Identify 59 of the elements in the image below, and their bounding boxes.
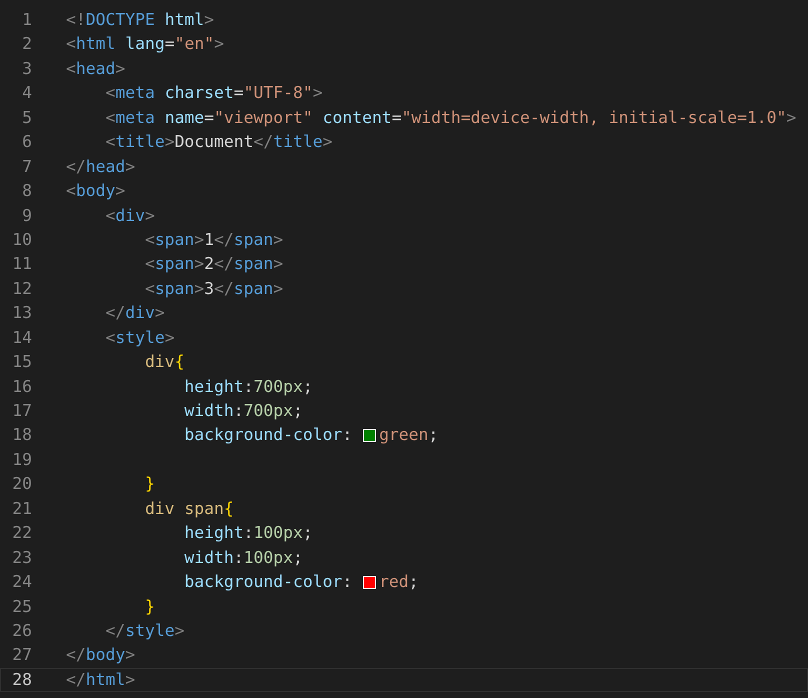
line-number: 18 (11, 424, 32, 446)
line-number: 17 (11, 400, 32, 422)
line-number: 24 (11, 571, 32, 594)
line-number: 10 (11, 228, 32, 251)
code-text: div span{ (144, 498, 234, 520)
line-number: 13 (11, 302, 32, 324)
line-number: 28 (11, 668, 32, 691)
line-number: 14 (11, 326, 32, 349)
code-text: } (144, 473, 155, 496)
code-text: height:700px; (183, 376, 313, 398)
code-text: <div> (104, 204, 155, 226)
line-number: 6 (21, 131, 32, 154)
line-number: 27 (11, 644, 32, 666)
line-number: 9 (21, 204, 32, 226)
line-number: 5 (21, 106, 32, 129)
code-text: <html lang="en"> (66, 33, 224, 56)
code-text: width:100px; (183, 546, 303, 569)
line-number: 11 (11, 253, 32, 276)
line-number: 26 (11, 620, 32, 642)
color-swatch-icon[interactable] (363, 429, 376, 442)
line-number: 7 (21, 156, 32, 178)
code-text: <title>Document</title> (104, 131, 332, 154)
code-text: background-color: (183, 424, 354, 446)
code-text: <span>3</span> (144, 278, 284, 300)
code-text: </head> (66, 156, 136, 178)
line-number: 3 (21, 58, 32, 80)
line-number: 16 (11, 376, 32, 398)
line-number: 12 (11, 278, 32, 300)
code-text: green; (379, 424, 438, 446)
line-number: 25 (11, 596, 32, 618)
code-text: <meta charset="UTF-8"> (104, 82, 323, 104)
code-text: <style> (104, 326, 175, 349)
code-text: <head> (66, 58, 126, 80)
code-text: width:700px; (183, 400, 303, 422)
line-number: 19 (11, 448, 32, 471)
line-number: 20 (11, 473, 32, 496)
code-text: <meta name="viewport" content="width=device-width, initial-scale=1.0"> (104, 106, 796, 129)
code-text: <span>1</span> (144, 228, 284, 251)
code-text: </div> (104, 302, 165, 324)
line-number: 2 (21, 33, 32, 56)
code-text: </html> (66, 668, 136, 691)
line-number: 8 (21, 180, 32, 202)
line-number: 23 (11, 546, 32, 569)
line-number: 4 (21, 82, 32, 104)
code-text: } (144, 596, 155, 618)
code-text: background-color: (183, 571, 354, 594)
line-number: 15 (11, 351, 32, 374)
line-number: 22 (11, 522, 32, 544)
code-text: </style> (104, 620, 184, 642)
code-text: red; (379, 571, 419, 594)
line-number: 1 (21, 9, 32, 31)
code-text: </body> (66, 644, 136, 666)
line-number: 21 (11, 498, 32, 520)
color-swatch-icon[interactable] (363, 576, 376, 589)
code-text: height:100px; (183, 522, 313, 544)
code-text: <span>2</span> (144, 253, 284, 276)
code-text: div{ (144, 351, 184, 374)
code-text: <body> (66, 180, 126, 202)
code-text: <!DOCTYPE html> (66, 9, 214, 31)
